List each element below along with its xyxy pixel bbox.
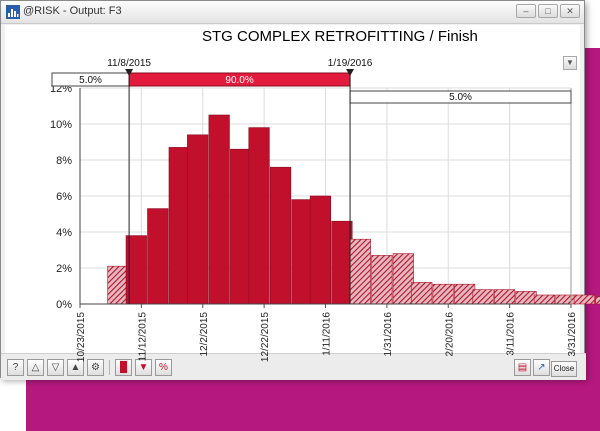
histogram-bar	[454, 283, 476, 305]
x-tick-label: 1/11/2016	[322, 312, 333, 356]
histogram-bar	[147, 208, 169, 305]
x-tick-label: 2/20/2016	[444, 312, 455, 357]
histogram-bar	[331, 220, 353, 305]
histogram-bar	[371, 255, 393, 305]
right-probability-label: 5.0%	[449, 92, 472, 103]
chevron-down-icon[interactable]: ▼	[563, 56, 577, 70]
x-tick-label: 12/2/2015	[199, 312, 210, 357]
x-tick-label: 12/22/2015	[260, 312, 271, 362]
y-tick-label: 2%	[56, 263, 72, 275]
x-tick-label: 10/23/2015	[76, 312, 87, 362]
histogram-bar	[107, 265, 129, 305]
histogram-bar	[432, 283, 454, 305]
histogram-bar	[392, 253, 414, 305]
histogram-bar	[515, 291, 537, 305]
histogram-bar	[248, 127, 270, 305]
histogram-bar	[573, 294, 595, 305]
histogram-bar	[595, 296, 600, 305]
histogram-bar	[411, 282, 433, 305]
histogram-chart: 0%2%4%6%8%10%12%10/23/2015 11/12/2015 12/2…	[50, 58, 600, 362]
histogram-bar	[230, 148, 252, 305]
histogram-bar	[291, 199, 313, 305]
histogram-bar	[555, 294, 577, 305]
histogram-bar	[168, 147, 190, 305]
histogram-bar	[472, 289, 494, 305]
y-tick-label: 6%	[56, 191, 72, 203]
histogram-bar	[533, 294, 556, 305]
middle-probability-label: 90.0%	[225, 75, 253, 86]
y-tick-label: 4%	[56, 227, 72, 239]
y-tick-label: 10%	[50, 119, 72, 131]
x-tick-label: 11/12/2015	[137, 312, 148, 362]
delimiter-label: 1/19/2016	[328, 58, 373, 69]
histogram-bar	[493, 289, 516, 305]
histogram-bar	[269, 166, 292, 305]
histogram-bar	[309, 195, 332, 305]
left-probability-label: 5.0%	[79, 75, 102, 86]
y-tick-label: 0%	[56, 299, 72, 311]
histogram-bar	[349, 238, 371, 305]
histogram-bar	[187, 134, 209, 305]
histogram-bar	[208, 114, 230, 305]
x-tick-label: 3/31/2016	[567, 312, 578, 357]
y-tick-label: 8%	[56, 155, 72, 167]
x-tick-label: 1/31/2016	[383, 312, 394, 357]
histogram-bars	[107, 114, 600, 305]
delimiter-label: 11/8/2015	[107, 58, 151, 69]
x-tick-label: 3/11/2016	[506, 312, 517, 356]
